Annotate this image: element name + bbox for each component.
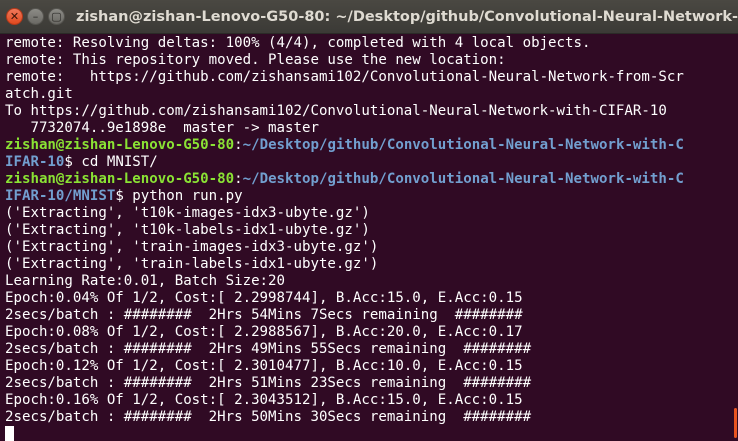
output-line: ('Extracting', 'train-labels-idx1-ubyte.… [5, 256, 379, 272]
prompt-separator: : [234, 171, 243, 187]
terminal-line: remote: https://github.com/zishansami102… [5, 69, 684, 85]
output-line: ('Extracting', 't10k-images-idx3-ubyte.g… [5, 205, 370, 221]
output-line: 2secs/batch : ######## 2Hrs 49Mins 55Sec… [5, 341, 532, 357]
output-line: 2secs/batch : ######## 2Hrs 54Mins 7Secs… [5, 307, 523, 323]
command-text: cd MNIST/ [81, 154, 158, 170]
terminal-line: atch.git [5, 86, 73, 102]
output-line: 2secs/batch : ######## 2Hrs 51Mins 23Sec… [5, 375, 532, 391]
prompt-path: ~/Desktop/github/Convolutional-Neural-Ne… [242, 171, 684, 187]
prompt-dollar: $ [115, 188, 133, 204]
prompt-line: IFAR-10/MNIST$ python run.py [5, 188, 738, 205]
prompt-dollar: $ [64, 154, 82, 170]
window-title: zishan@zishan-Lenovo-G50-80: ~/Desktop/g… [76, 8, 738, 25]
output-line: Epoch:0.12% Of 1/2, Cost:[ 2.3010477], B… [5, 358, 523, 374]
output-line: Epoch:0.04% Of 1/2, Cost:[ 2.2998744], B… [5, 290, 523, 306]
output-line: ('Extracting', 't10k-labels-idx1-ubyte.g… [5, 222, 370, 238]
prompt-user: zishan@zishan-Lenovo-G50-80 [5, 171, 235, 187]
prompt-line: IFAR-10$ cd MNIST/ [5, 154, 738, 171]
terminal-output[interactable]: remote: Resolving deltas: 100% (4/4), co… [5, 35, 738, 441]
terminal-line: To https://github.com/zishansami102/Conv… [5, 103, 667, 119]
maximize-icon[interactable]: ▢ [48, 8, 65, 25]
prompt-line: zishan@zishan-Lenovo-G50-80:~/Desktop/gi… [5, 137, 738, 154]
prompt-path-continued: IFAR-10/MNIST [5, 188, 116, 204]
prompt-path-continued: IFAR-10 [5, 154, 65, 170]
terminal-line: remote: Resolving deltas: 100% (4/4), co… [5, 35, 591, 51]
close-icon[interactable]: ✕ [6, 8, 23, 25]
scrollbar[interactable] [734, 408, 737, 438]
text-cursor [5, 426, 14, 441]
output-line: Epoch:0.08% Of 1/2, Cost:[ 2.2988567], B… [5, 324, 523, 340]
terminal-line: 7732074..9e1898e master -> master [5, 120, 319, 136]
terminal-window: ✕ – ▢ zishan@zishan-Lenovo-G50-80: ~/Des… [0, 0, 738, 441]
prompt-separator: : [234, 137, 243, 153]
output-line: Learning Rate:0.01, Batch Size:20 [5, 273, 286, 289]
prompt-line: zishan@zishan-Lenovo-G50-80:~/Desktop/gi… [5, 171, 738, 188]
prompt-user: zishan@zishan-Lenovo-G50-80 [5, 137, 235, 153]
output-line: ('Extracting', 'train-images-idx3-ubyte.… [5, 239, 379, 255]
prompt-path: ~/Desktop/github/Convolutional-Neural-Ne… [242, 137, 684, 153]
command-text: python run.py [132, 188, 243, 204]
minimize-icon[interactable]: – [27, 8, 44, 25]
window-controls: ✕ – ▢ [0, 8, 76, 25]
terminal-line: remote: This repository moved. Please us… [5, 52, 506, 68]
title-bar[interactable]: ✕ – ▢ zishan@zishan-Lenovo-G50-80: ~/Des… [0, 0, 738, 34]
cursor-line [5, 426, 738, 441]
output-line: 2secs/batch : ######## 2Hrs 50Mins 30Sec… [5, 409, 532, 425]
output-line: Epoch:0.16% Of 1/2, Cost:[ 2.3043512], B… [5, 392, 523, 408]
